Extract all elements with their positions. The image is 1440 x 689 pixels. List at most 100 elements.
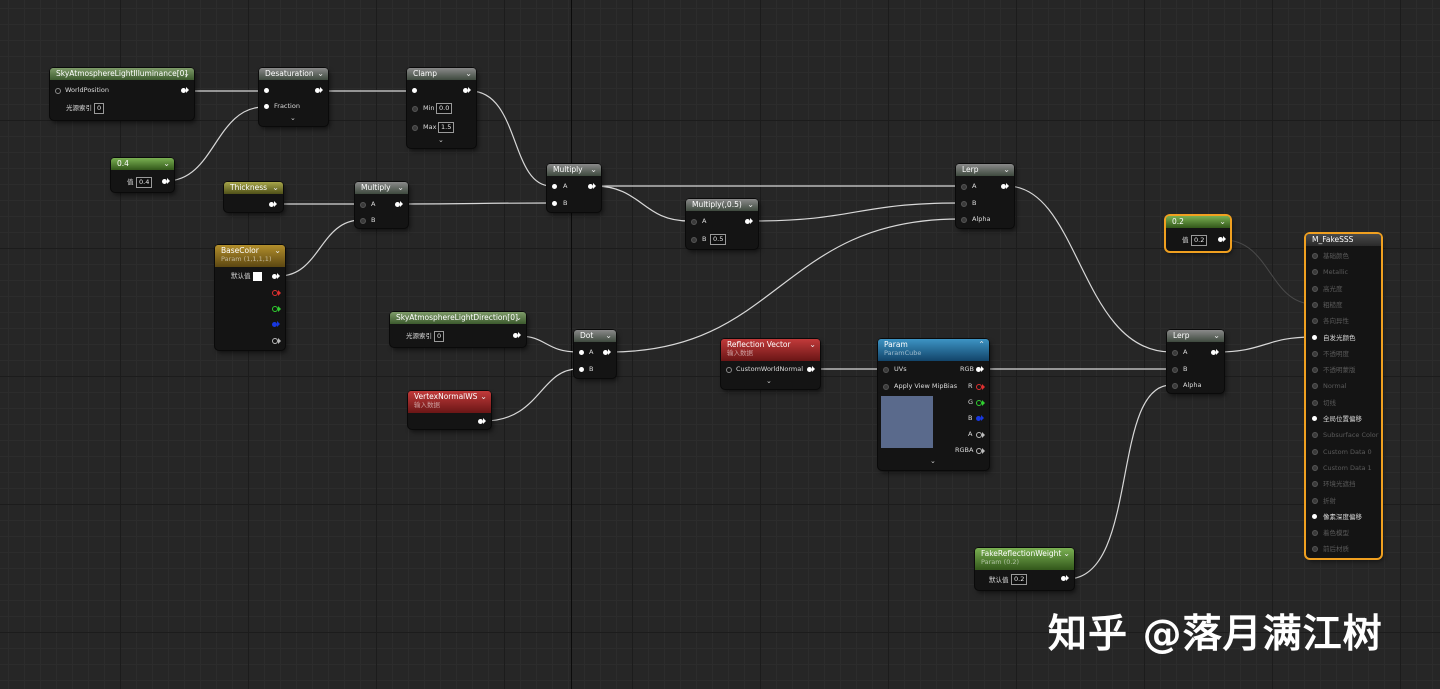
a-pin[interactable] bbox=[552, 184, 557, 189]
node-header[interactable]: M_FakeSSS bbox=[1306, 234, 1381, 246]
output-pin[interactable] bbox=[478, 418, 486, 424]
color-swatch[interactable] bbox=[253, 272, 262, 281]
b-pin[interactable] bbox=[272, 321, 280, 327]
chevron-down-icon[interactable]: ⌄ bbox=[480, 391, 487, 403]
clamp-node[interactable]: Clamp ⌄ Min 0.0 Max 1.5 ⌄ bbox=[407, 68, 476, 148]
chevron-down-icon[interactable]: ⌄ bbox=[605, 330, 612, 342]
a-pin[interactable] bbox=[1172, 350, 1178, 356]
output-pin[interactable] bbox=[513, 332, 521, 338]
material-input-pin[interactable] bbox=[1312, 253, 1318, 259]
output-pin[interactable] bbox=[269, 201, 277, 207]
chevron-down-icon[interactable]: ⌄ bbox=[397, 182, 404, 194]
chevron-down-icon[interactable]: ⌄ bbox=[317, 68, 324, 80]
a-pin[interactable] bbox=[976, 432, 985, 438]
node-header[interactable]: Multiply(,0.5) ⌄ bbox=[686, 199, 758, 211]
output-pin[interactable] bbox=[1211, 349, 1219, 355]
node-header[interactable]: SkyAtmosphereLightDirection[0] ⌄ bbox=[390, 312, 526, 324]
node-header[interactable]: VertexNormalWS 输入数据 ⌄ bbox=[408, 391, 491, 413]
a-pin[interactable] bbox=[272, 338, 281, 344]
output-pin[interactable] bbox=[315, 87, 323, 93]
desaturation-node[interactable]: Desaturation ⌄ Fraction ⌄ bbox=[259, 68, 328, 126]
reflection-vector-node[interactable]: Reflection Vector 输入数据 ⌄ CustomWorldNormal… bbox=[721, 339, 820, 389]
material-input-pin[interactable] bbox=[1312, 318, 1318, 325]
param-cube-node[interactable]: Param ParamCube ⌃ UVs Apply View MipBias R… bbox=[878, 339, 989, 470]
constant-0-4-node[interactable]: 0.4 ⌄ 值 0.4 bbox=[111, 158, 174, 192]
output-pin[interactable] bbox=[1218, 236, 1226, 242]
node-header[interactable]: SkyAtmosphereLightIlluminance[0] ⌄ bbox=[50, 68, 194, 80]
material-input-pin[interactable] bbox=[1312, 334, 1317, 340]
world-position-pin[interactable] bbox=[55, 88, 61, 94]
expand-icon[interactable]: ⌄ bbox=[930, 457, 936, 465]
material-input-pin[interactable] bbox=[1312, 432, 1318, 439]
collapse-icon[interactable]: ⌃ bbox=[978, 339, 985, 351]
fake-reflection-weight-node[interactable]: FakeReflectionWeight Param (0.2) ⌄ 默认值 0.2 bbox=[975, 548, 1074, 590]
output-pin[interactable] bbox=[162, 178, 170, 184]
value-input[interactable]: 0.4 bbox=[136, 177, 153, 188]
node-header[interactable]: FakeReflectionWeight Param (0.2) ⌄ bbox=[975, 548, 1074, 570]
chevron-down-icon[interactable]: ⌄ bbox=[183, 68, 190, 80]
b-pin[interactable] bbox=[552, 201, 557, 206]
a-pin[interactable] bbox=[360, 202, 366, 208]
chevron-down-icon[interactable]: ⌄ bbox=[590, 164, 597, 176]
node-header[interactable]: Param ParamCube ⌃ bbox=[878, 339, 989, 361]
node-header[interactable]: Dot ⌄ bbox=[574, 330, 616, 342]
chevron-down-icon[interactable]: ⌄ bbox=[515, 312, 522, 324]
chevron-down-icon[interactable]: ⌄ bbox=[1213, 330, 1220, 342]
material-input-pin[interactable] bbox=[1312, 448, 1318, 455]
node-header[interactable]: Multiply ⌄ bbox=[355, 182, 408, 194]
material-input-pin[interactable] bbox=[1312, 481, 1318, 488]
output-pin[interactable] bbox=[1001, 183, 1009, 189]
multiply-half-node[interactable]: Multiply(,0.5) ⌄ A B 0.5 bbox=[686, 199, 758, 249]
expand-icon[interactable]: ⌄ bbox=[290, 114, 296, 122]
value-input[interactable]: 0.2 bbox=[1191, 235, 1208, 246]
output-pin[interactable] bbox=[1061, 575, 1069, 581]
material-input-pin[interactable] bbox=[1312, 301, 1318, 308]
material-input-pin[interactable] bbox=[1312, 513, 1317, 519]
node-header[interactable]: Thickness ⌄ bbox=[224, 182, 283, 194]
thickness-node[interactable]: Thickness ⌄ bbox=[224, 182, 283, 212]
chevron-down-icon[interactable]: ⌄ bbox=[272, 182, 279, 194]
chevron-down-icon[interactable]: ⌄ bbox=[747, 199, 754, 211]
basecolor-node[interactable]: BaseColor Param (1,1,1,1) ⌄ 默认值 bbox=[215, 245, 285, 350]
chevron-down-icon[interactable]: ⌄ bbox=[465, 68, 472, 80]
a-pin[interactable] bbox=[579, 350, 584, 355]
dot-node[interactable]: Dot ⌄ A B bbox=[574, 330, 616, 378]
lerp-node[interactable]: Lerp ⌄ A B Alpha bbox=[1167, 330, 1224, 393]
node-header[interactable]: Lerp ⌄ bbox=[956, 164, 1014, 176]
constant-0-2-node[interactable]: 0.2 ⌄ 值 0.2 bbox=[1166, 216, 1230, 251]
material-output-node[interactable]: M_FakeSSS 基础颜色 Metallic 高光度 粗糙度 各向异性 自发光颜色 不透明… bbox=[1306, 234, 1381, 558]
alpha-pin[interactable] bbox=[961, 217, 967, 223]
vertex-normal-node[interactable]: VertexNormalWS 输入数据 ⌄ bbox=[408, 391, 491, 429]
r-pin[interactable] bbox=[272, 290, 281, 296]
node-header[interactable]: 0.4 ⌄ bbox=[111, 158, 174, 170]
a-pin[interactable] bbox=[691, 219, 697, 225]
chevron-down-icon[interactable]: ⌄ bbox=[163, 158, 170, 170]
material-input-pin[interactable] bbox=[1312, 464, 1318, 471]
multiply-node[interactable]: Multiply ⌄ A B bbox=[355, 182, 408, 228]
output-pin[interactable] bbox=[463, 87, 471, 93]
rgba-pin[interactable] bbox=[976, 448, 985, 454]
chevron-down-icon[interactable]: ⌄ bbox=[274, 245, 281, 257]
node-header[interactable]: Desaturation ⌄ bbox=[259, 68, 328, 80]
min-pin[interactable] bbox=[412, 106, 418, 112]
output-pin[interactable] bbox=[588, 183, 596, 189]
node-header[interactable]: 0.2 ⌄ bbox=[1166, 216, 1230, 228]
a-pin[interactable] bbox=[961, 184, 967, 190]
b-value-input[interactable]: 0.5 bbox=[710, 234, 727, 245]
output-pin[interactable] bbox=[395, 201, 403, 207]
sky-illuminance-node[interactable]: SkyAtmosphereLightIlluminance[0] ⌄ WorldP… bbox=[50, 68, 194, 120]
chevron-down-icon[interactable]: ⌄ bbox=[1003, 164, 1010, 176]
material-input-pin[interactable] bbox=[1312, 416, 1317, 421]
input-pin[interactable] bbox=[264, 88, 269, 93]
output-pin[interactable] bbox=[181, 87, 189, 93]
g-pin[interactable] bbox=[272, 306, 281, 312]
max-input[interactable]: 1.5 bbox=[438, 122, 455, 133]
uvs-pin[interactable] bbox=[883, 367, 889, 373]
sky-direction-node[interactable]: SkyAtmosphereLightDirection[0] ⌄ 光源索引 0 bbox=[390, 312, 526, 347]
chevron-down-icon[interactable]: ⌄ bbox=[1219, 216, 1226, 228]
material-input-pin[interactable] bbox=[1312, 530, 1318, 537]
expand-icon[interactable]: ⌄ bbox=[766, 377, 772, 385]
expand-icon[interactable]: ⌄ bbox=[438, 136, 444, 144]
alpha-pin[interactable] bbox=[1172, 383, 1178, 389]
material-input-pin[interactable] bbox=[1312, 367, 1318, 374]
